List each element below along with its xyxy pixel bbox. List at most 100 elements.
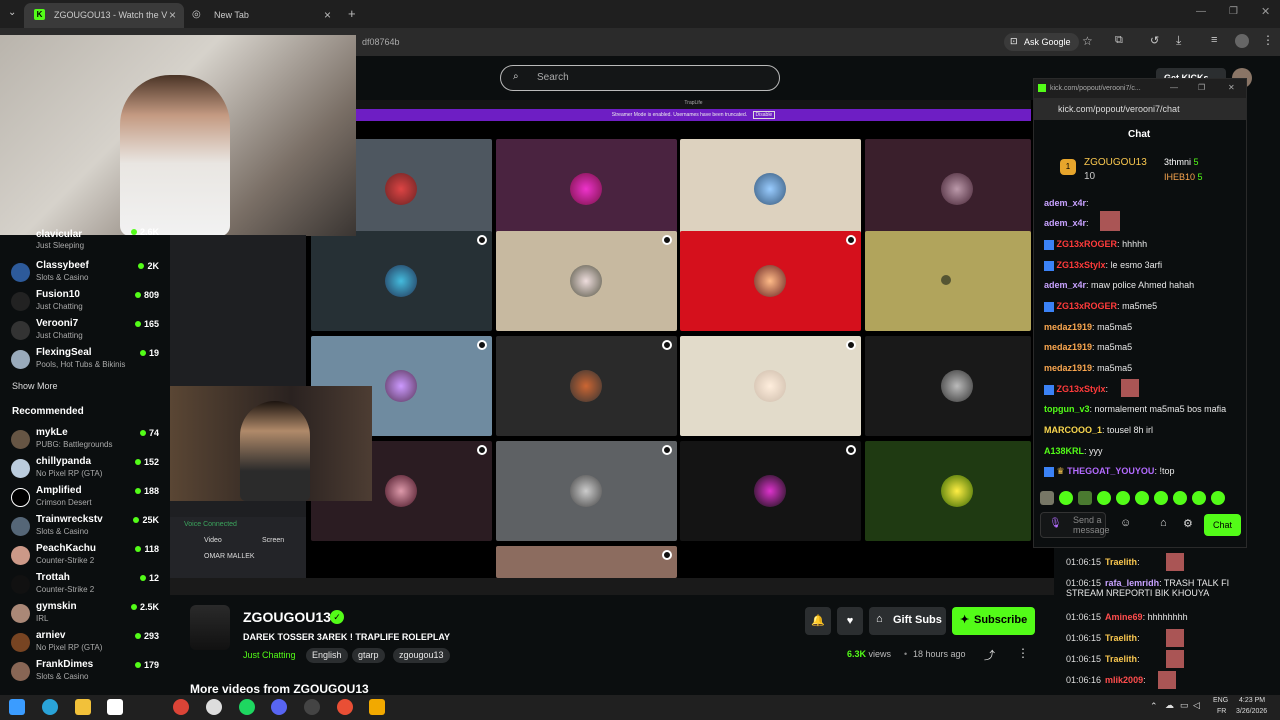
sidebar-channel[interactable]: Trottah Counter-Strike 2 12 bbox=[0, 570, 170, 599]
video-tile[interactable] bbox=[496, 231, 677, 331]
sidebar-channel[interactable]: FlexingSeal Pools, Hot Tubs & Bikinis 19 bbox=[0, 345, 170, 374]
bookmark-star-icon[interactable]: ☆ bbox=[1082, 34, 1093, 48]
menu-kebab-icon[interactable]: ⋮ bbox=[1262, 33, 1274, 47]
emote-icon[interactable] bbox=[1211, 491, 1225, 505]
video-tile[interactable] bbox=[680, 139, 861, 239]
clock-app-icon[interactable] bbox=[206, 699, 222, 715]
maximize-icon[interactable]: ❐ bbox=[1198, 83, 1205, 92]
emote-icon[interactable] bbox=[1078, 491, 1092, 505]
clock-date[interactable]: 3/26/2026 bbox=[1236, 708, 1267, 715]
sidebar-channel[interactable]: Amplified Crimson Desert 188 bbox=[0, 483, 170, 512]
sidebar-channel[interactable]: mykLe PUBG: Battlegrounds 74 bbox=[0, 425, 170, 454]
sidebar-channel[interactable]: Verooni7 Just Chatting 165 bbox=[0, 316, 170, 345]
sidebar-channel[interactable]: chillypanda No Pixel RP (GTA) 152 bbox=[0, 454, 170, 483]
discord-icon[interactable] bbox=[271, 699, 287, 715]
chat-input[interactable]: 🎙 Send a message bbox=[1040, 512, 1110, 538]
screen-button[interactable]: Screen bbox=[262, 537, 284, 544]
fivem-icon[interactable] bbox=[304, 699, 320, 715]
share-icon[interactable]: ⤴ bbox=[984, 647, 995, 663]
sidebar-channel[interactable]: PeachKachu Counter-Strike 2 118 bbox=[0, 541, 170, 570]
start-windows-icon[interactable] bbox=[9, 699, 25, 715]
playlist-icon[interactable]: ≡ bbox=[1211, 34, 1217, 46]
minimize-icon[interactable]: — bbox=[1196, 6, 1206, 17]
tag-pill[interactable]: English bbox=[306, 648, 348, 663]
sidebar-channel[interactable]: FrankDimes Slots & Casino 179 bbox=[0, 657, 170, 686]
emote-icon[interactable] bbox=[1040, 491, 1054, 505]
video-tile[interactable] bbox=[496, 336, 677, 436]
language-label[interactable]: ENG bbox=[1213, 697, 1228, 704]
tab-new-tab[interactable]: ◎ New Tab × bbox=[184, 3, 339, 28]
url-text[interactable]: df08764b bbox=[362, 37, 400, 47]
ask-google-button[interactable]: ⊡ Ask Google bbox=[1004, 33, 1079, 51]
video-tile[interactable] bbox=[865, 441, 1031, 541]
emote-icon[interactable] bbox=[1173, 491, 1187, 505]
emote-icon[interactable] bbox=[1059, 491, 1073, 505]
tab-list-chevron-icon[interactable]: ⌄ bbox=[8, 7, 16, 18]
video-tile[interactable] bbox=[680, 231, 861, 331]
minimize-icon[interactable]: — bbox=[1170, 83, 1178, 92]
emote-icon[interactable] bbox=[1135, 491, 1149, 505]
video-tile[interactable] bbox=[680, 441, 861, 541]
tab-zgougou13[interactable]: K ZGOUGOU13 - Watch the V × bbox=[24, 3, 184, 28]
tray-chevron-icon[interactable]: ⌃ bbox=[1150, 701, 1158, 712]
close-tab-icon[interactable]: × bbox=[169, 8, 176, 22]
chat-input-placeholder: Send a message bbox=[1073, 515, 1110, 535]
video-tile[interactable] bbox=[496, 139, 677, 239]
gift-icon[interactable]: ⌂ bbox=[1160, 517, 1167, 529]
history-icon[interactable]: ↺ bbox=[1150, 34, 1159, 47]
store-icon[interactable] bbox=[107, 699, 123, 715]
sidebar-channel[interactable]: Classybeef Slots & Casino 2K bbox=[0, 258, 170, 287]
new-tab-plus-icon[interactable]: + bbox=[348, 6, 356, 21]
tag-pill[interactable]: zgougou13 bbox=[393, 648, 450, 663]
search-input[interactable]: ⌕ Search bbox=[500, 65, 780, 91]
extensions-icon[interactable]: ⧉ bbox=[1115, 34, 1123, 47]
sidebar-channel[interactable]: arniev No Pixel RP (GTA) 293 bbox=[0, 628, 170, 657]
sidebar-channel[interactable]: Trainwreckstv Slots & Casino 25K bbox=[0, 512, 170, 541]
sidebar-channel[interactable]: clavicular Just Sleeping 2.6K bbox=[0, 227, 170, 258]
more-options-icon[interactable]: ⋮ bbox=[1017, 646, 1029, 660]
tag-pill[interactable]: gtarp bbox=[352, 648, 385, 663]
popout-url[interactable]: kick.com/popout/verooni7/chat bbox=[1058, 104, 1180, 114]
close-window-icon[interactable]: ✕ bbox=[1228, 83, 1235, 92]
video-tile[interactable] bbox=[496, 546, 677, 578]
close-tab-icon[interactable]: × bbox=[324, 8, 331, 22]
video-tile[interactable] bbox=[865, 336, 1031, 436]
notification-bell-button[interactable]: 🔔 bbox=[805, 607, 831, 635]
edge-icon[interactable] bbox=[42, 699, 58, 715]
emote-icon[interactable] bbox=[1097, 491, 1111, 505]
emote-picker-icon[interactable]: ☺ bbox=[1120, 517, 1131, 529]
settings-gear-icon[interactable]: ⚙ bbox=[1183, 517, 1193, 530]
channel-avatar[interactable] bbox=[190, 605, 230, 650]
emote-icon[interactable] bbox=[1192, 491, 1206, 505]
region-label[interactable]: FR bbox=[1217, 708, 1226, 715]
gift-subs-button[interactable]: ⌂ Gift Subs bbox=[869, 607, 946, 635]
clock-time[interactable]: 4:23 PM bbox=[1239, 697, 1265, 704]
video-tile[interactable] bbox=[680, 336, 861, 436]
emote-icon[interactable] bbox=[1154, 491, 1168, 505]
spotify-icon[interactable] bbox=[239, 699, 255, 715]
chrome-icon[interactable] bbox=[173, 699, 189, 715]
download-icon[interactable]: ⤓ bbox=[1176, 33, 1181, 48]
maximize-icon[interactable]: ❐ bbox=[1229, 6, 1238, 17]
sidebar-channel[interactable]: gymskin IRL 2.5K bbox=[0, 599, 170, 628]
show-more-link[interactable]: Show More bbox=[12, 381, 58, 391]
channel-name-title[interactable]: ZGOUGOU13 bbox=[243, 609, 331, 625]
category-link[interactable]: Just Chatting bbox=[243, 650, 296, 660]
subscribe-button[interactable]: ✦ Subscribe bbox=[952, 607, 1035, 635]
video-button[interactable]: Video bbox=[204, 537, 222, 544]
follow-heart-button[interactable]: ♥ bbox=[837, 607, 863, 635]
sidebar-channel[interactable]: Fusion10 Just Chatting 809 bbox=[0, 287, 170, 316]
chrome-icon[interactable] bbox=[337, 699, 353, 715]
mic-icon[interactable]: 🎙 bbox=[1049, 519, 1062, 529]
close-window-icon[interactable]: ✕ bbox=[1261, 5, 1270, 18]
disable-button[interactable]: Disable bbox=[752, 111, 776, 119]
app-icon[interactable] bbox=[369, 699, 385, 715]
video-tile[interactable] bbox=[865, 139, 1031, 239]
video-tile[interactable] bbox=[865, 231, 1031, 331]
video-tile[interactable] bbox=[311, 231, 492, 331]
emote-icon[interactable] bbox=[1116, 491, 1130, 505]
video-tile[interactable] bbox=[496, 441, 677, 541]
chat-send-button[interactable]: Chat bbox=[1204, 514, 1241, 536]
profile-avatar[interactable] bbox=[1235, 34, 1249, 48]
file-explorer-icon[interactable] bbox=[75, 699, 91, 715]
